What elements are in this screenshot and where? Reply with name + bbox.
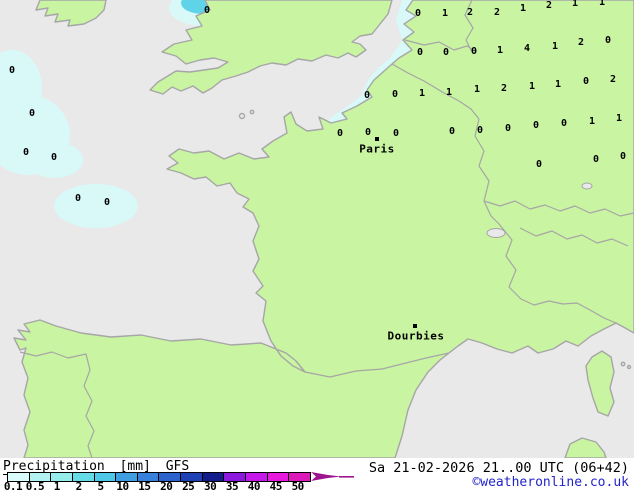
legend-tick-label: 30: [203, 480, 217, 490]
legend-tick-label: 2: [75, 480, 83, 490]
precipitation-map: 0000000000122121100014120111211020000000…: [0, 0, 634, 458]
lake: [581, 182, 593, 190]
channel-island: [238, 112, 246, 120]
legend-color-bar: [7, 472, 311, 482]
legend-tick-label: 45: [269, 480, 283, 490]
legend-tick-label: 1: [53, 480, 61, 490]
legend-tick-label: 15: [138, 480, 151, 490]
legend-tick-label: 40: [247, 480, 261, 490]
legend-tick-label: 5: [97, 480, 105, 490]
legend-tick-label: 20: [160, 480, 173, 490]
timestamp: Sa 21-02-2026 21..00 UTC (06+42): [368, 460, 629, 476]
legend-tick-label: 0.1: [3, 480, 23, 490]
lake-geneva: [486, 228, 506, 238]
legend-ticks: 0.1 0.5 1 2 5 10 15 20 25 30 35 40 45 50: [0, 480, 360, 490]
legend-tick-label: 50: [291, 480, 305, 490]
legend-tick-label: 10: [116, 480, 129, 490]
legend-tick-label: 0.5: [25, 480, 45, 490]
channel-island: [249, 109, 255, 115]
legend-tick-label: 25: [182, 480, 195, 490]
legend-bar: Precipitation [mm] GFS 0.1 0.5 1 2 5 10 15 20 25…: [0, 458, 634, 490]
weather-map-page: 0000000000122121100014120111211020000000…: [0, 0, 634, 490]
small-island: [620, 361, 626, 367]
copyright-link[interactable]: ©weatheronline.co.uk: [472, 475, 629, 490]
legend-tick-label: 35: [225, 480, 239, 490]
small-island: [626, 364, 632, 370]
map-geography: [0, 0, 634, 458]
